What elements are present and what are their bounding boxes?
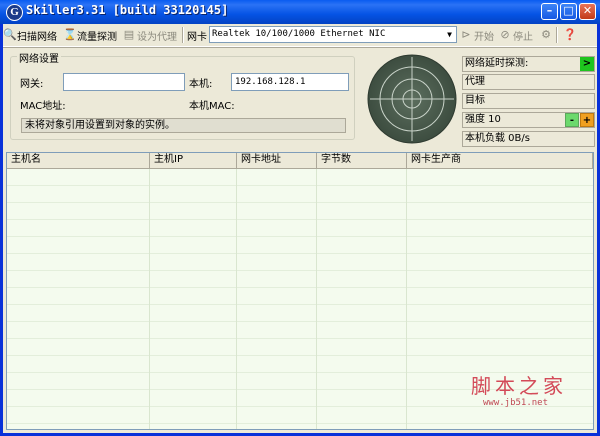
strength-field: 强度 10 - +	[462, 112, 595, 128]
local-ip-input[interactable]: 192.168.128.1	[231, 73, 349, 91]
stop-icon: ⊘	[500, 28, 510, 41]
column-header-bytes[interactable]: 字节数	[317, 153, 407, 168]
mac-address-label: MAC地址:	[20, 101, 66, 112]
tool-button[interactable]: ⚙	[540, 27, 554, 43]
maximize-button[interactable]: □	[560, 3, 577, 20]
help-icon: ❓	[563, 28, 577, 41]
document-icon: ▤	[123, 28, 135, 41]
target-label: 目标	[465, 95, 485, 106]
flow-detect-button[interactable]: ⌛ 流量探测	[63, 27, 117, 43]
increase-strength-button[interactable]: +	[580, 113, 594, 127]
title-bar[interactable]: G Skiller3.31 [build 33120145] – □ ✕	[0, 0, 600, 24]
gear-icon: ⚙	[541, 28, 551, 41]
hourglass-icon: ⌛	[63, 28, 77, 41]
app-window: G Skiller3.31 [build 33120145] – □ ✕ 🔍 扫…	[0, 0, 600, 436]
start-label: 开始	[474, 31, 494, 43]
go-arrow-button[interactable]: >	[580, 57, 594, 71]
column-header-vendor[interactable]: 网卡生产商	[407, 153, 593, 168]
nic-label: 网卡	[187, 31, 207, 43]
flow-detect-label: 流量探测	[77, 31, 117, 43]
watermark-url: www.jb51.net	[483, 398, 549, 408]
radar-display	[367, 54, 457, 144]
host-list-header: 主机名 主机IP 网卡地址 字节数 网卡生产商	[7, 153, 593, 169]
set-proxy-label: 设为代理	[137, 31, 177, 43]
scan-network-button[interactable]: 🔍 扫描网络	[3, 27, 57, 43]
latency-probe-label: 网络延时探测:	[465, 58, 529, 69]
local-mac-label: 本机MAC:	[189, 101, 235, 112]
magnifier-icon: 🔍	[3, 28, 17, 41]
column-header-host-ip[interactable]: 主机IP	[150, 153, 237, 168]
nic-dropdown[interactable]: Realtek 10/100/1000 Ethernet NIC ▼	[209, 26, 457, 43]
local-load-label: 本机负载 0B/s	[465, 133, 530, 144]
grid-line	[236, 169, 237, 429]
status-message: 未将对象引用设置到对象的实例。	[21, 118, 346, 133]
toolbar-separator	[556, 27, 558, 43]
scan-network-label: 扫描网络	[17, 31, 57, 43]
grid-line	[406, 169, 407, 429]
group-title: 网络设置	[17, 50, 61, 65]
gateway-input[interactable]	[63, 73, 185, 91]
local-ip-label: 本机:	[189, 79, 213, 90]
toolbar: 🔍 扫描网络 ⌛ 流量探测 ▤ 设为代理 网卡 Realtek 10/100/1…	[3, 24, 597, 47]
stop-label: 停止	[513, 31, 533, 43]
chevron-down-icon[interactable]: ▼	[443, 27, 456, 42]
help-button[interactable]: ❓	[563, 27, 577, 43]
set-proxy-button[interactable]: ▤ 设为代理	[123, 27, 177, 43]
app-logo-icon: G	[6, 4, 23, 21]
gateway-label: 网关:	[20, 79, 44, 90]
grid-line	[149, 169, 150, 429]
stop-button[interactable]: ⊘ 停止	[499, 27, 533, 43]
decrease-strength-button[interactable]: -	[565, 113, 579, 127]
minimize-button[interactable]: –	[541, 3, 558, 20]
load-field: 本机负载 0B/s	[462, 131, 595, 147]
strength-label: 强度 10	[465, 114, 501, 125]
proxy-field: 代理	[462, 74, 595, 90]
start-button[interactable]: ⊳ 开始	[460, 27, 494, 43]
column-header-hostname[interactable]: 主机名	[7, 153, 150, 168]
target-field: 目标	[462, 93, 595, 109]
toolbar-separator	[182, 27, 184, 43]
play-icon: ⊳	[461, 28, 471, 41]
column-header-mac[interactable]: 网卡地址	[237, 153, 317, 168]
watermark-logo: 脚本之家	[471, 374, 567, 398]
proxy-label: 代理	[465, 76, 485, 87]
latency-probe-panel: 网络延时探测: >	[462, 56, 595, 72]
close-button[interactable]: ✕	[579, 3, 596, 20]
nic-selected-value: Realtek 10/100/1000 Ethernet NIC	[212, 29, 386, 39]
network-settings-group: 网络设置 网关: 本机: 192.168.128.1 MAC地址: 本机MAC:…	[10, 50, 355, 140]
window-title: Skiller3.31 [build 33120145]	[26, 3, 229, 17]
grid-line	[316, 169, 317, 429]
